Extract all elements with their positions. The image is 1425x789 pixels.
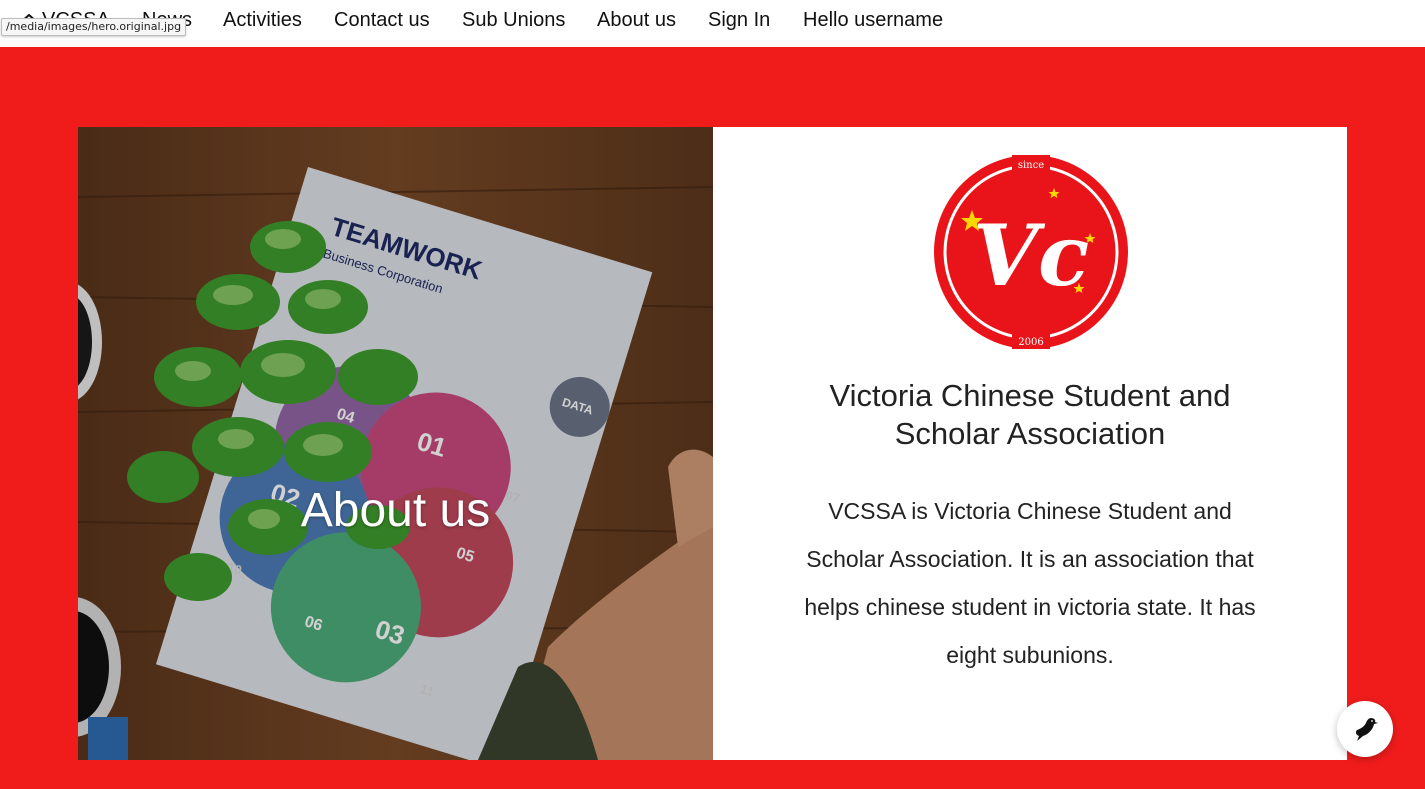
nav-item-activities[interactable]: Activities	[223, 8, 302, 32]
hero-image-panel: TEAMWORK Business Corporation DATA 01 02…	[78, 127, 713, 760]
nav-item-sub-unions[interactable]: Sub Unions	[462, 8, 565, 32]
bird-icon	[1355, 718, 1378, 741]
logo-monogram: Vc	[973, 206, 1089, 305]
floating-bird-button[interactable]	[1337, 701, 1393, 757]
svg-text:2006: 2006	[1018, 337, 1043, 348]
svg-text:since: since	[1018, 160, 1044, 171]
association-name: Victoria Chinese Student and Scholar Ass…	[829, 378, 1231, 451]
top-nav: VCSSA News Activities Contact us Sub Uni…	[0, 0, 1425, 47]
hero-illustration: TEAMWORK Business Corporation DATA 01 02…	[78, 127, 713, 760]
association-description: VCSSA is Victoria Chinese Student and Sc…	[804, 498, 1256, 668]
nav-item-contact-us[interactable]: Contact us	[334, 8, 430, 32]
nav-item-about-us[interactable]: About us	[597, 8, 676, 32]
nav-item-hello-username[interactable]: Hello username	[803, 8, 943, 32]
association-info-card: since 2006 Vc Victoria Chinese Student a…	[713, 127, 1347, 760]
hero-title: About us	[300, 484, 491, 537]
link-url-tooltip: /media/images/hero.original.jpg	[1, 18, 187, 36]
nav-item-sign-in[interactable]: Sign In	[708, 8, 770, 32]
vcssa-logo: since 2006 Vc	[932, 153, 1130, 351]
